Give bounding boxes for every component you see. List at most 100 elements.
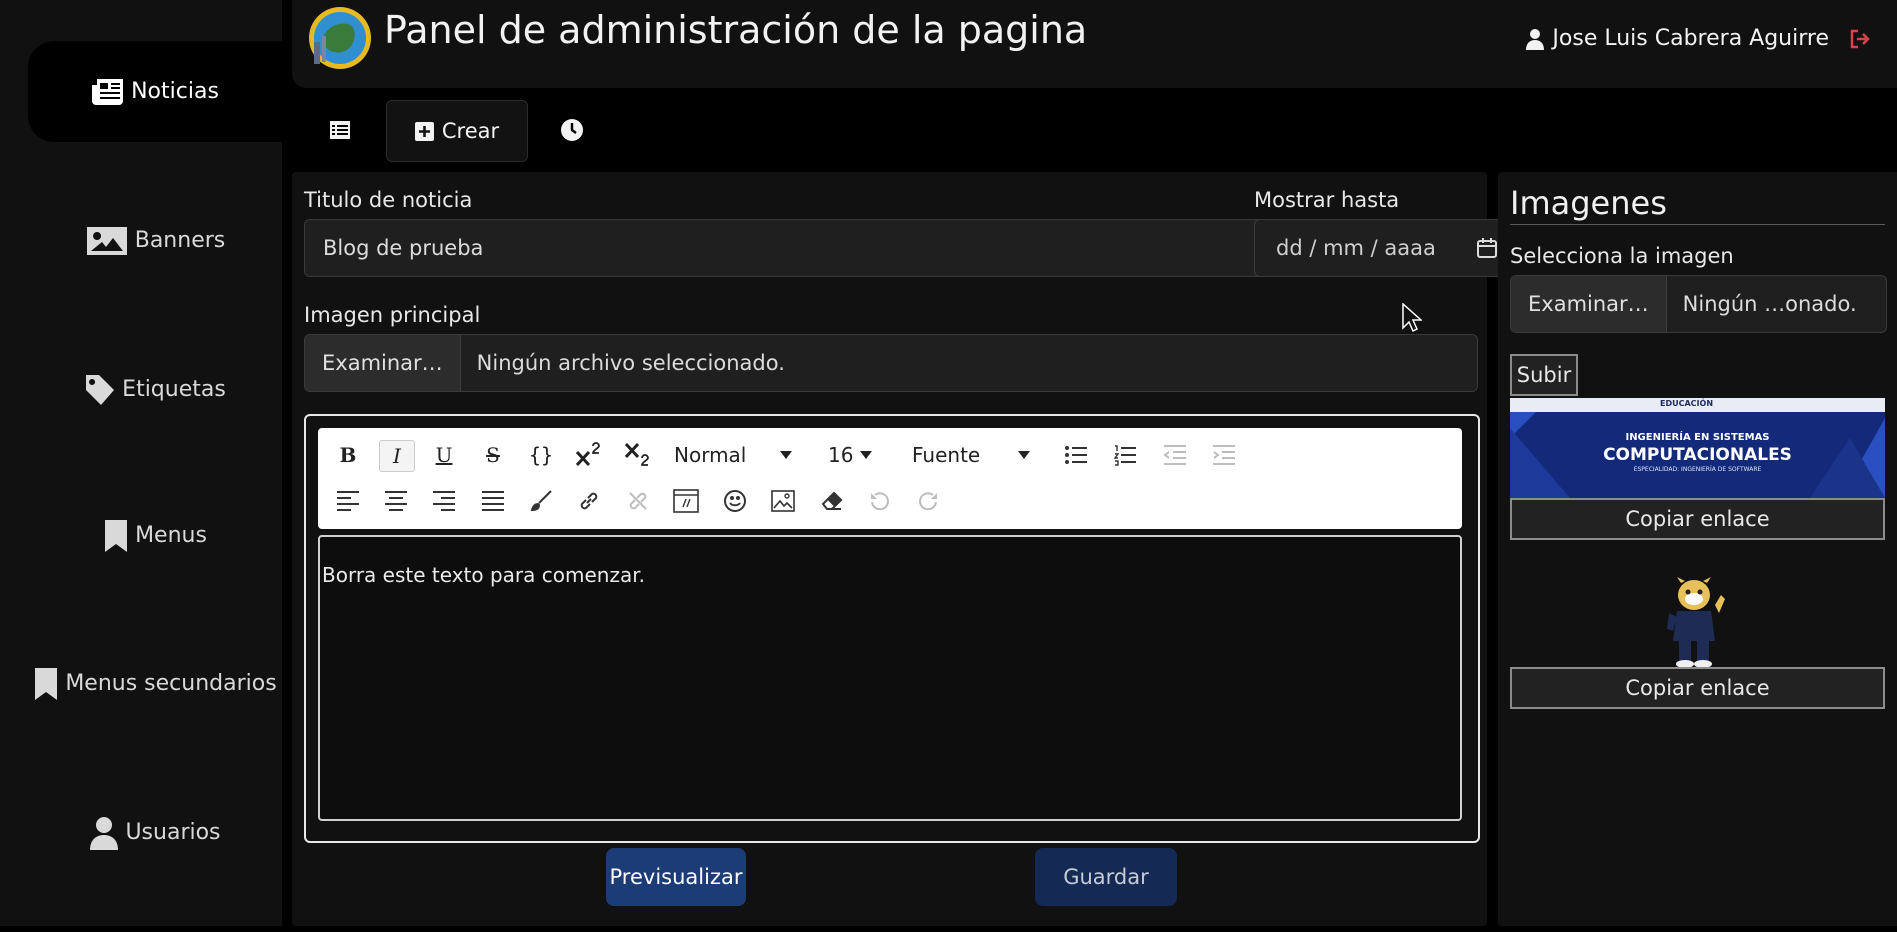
subscript-icon <box>624 442 649 466</box>
user-icon <box>1526 28 1545 50</box>
main-image-label: Imagen principal <box>304 303 481 327</box>
outdent-button[interactable] <box>1158 440 1192 470</box>
unlink-icon <box>629 492 647 510</box>
code-block-icon <box>673 489 699 513</box>
upload-button[interactable]: Subir <box>1510 354 1578 396</box>
title-input[interactable]: Blog de prueba <box>304 219 1266 277</box>
bullet-list-button[interactable] <box>1059 440 1093 470</box>
calendar-icon[interactable] <box>1476 237 1498 259</box>
align-left-button[interactable] <box>331 486 365 516</box>
emoji-button[interactable] <box>718 486 752 516</box>
logout-icon[interactable] <box>1849 28 1871 50</box>
user-name: Jose Luis Cabrera Aguirre <box>1552 26 1829 51</box>
undo-icon <box>871 492 889 511</box>
align-right-button[interactable] <box>427 486 461 516</box>
sidebar-item-usuarios[interactable]: Usuarios <box>28 782 282 883</box>
sidebar-item-label: Menus <box>135 523 207 548</box>
sidebar-item-menus[interactable]: Menus <box>28 485 282 586</box>
browse-button[interactable]: Examinar… <box>305 335 461 391</box>
size-select[interactable]: 16 <box>822 440 882 470</box>
chevron-down-icon <box>860 451 872 459</box>
copy-link-button[interactable]: Copiar enlace <box>1510 667 1885 709</box>
font-select-value: Fuente <box>912 443 981 467</box>
undo-button[interactable] <box>863 486 897 516</box>
code-button[interactable]: {} <box>524 440 558 470</box>
preview-button[interactable]: Previsualizar <box>606 848 746 906</box>
banner-line-1: INGENIERÍA EN SISTEMAS <box>1625 432 1770 443</box>
subscript-button[interactable] <box>621 440 655 470</box>
tab-history[interactable] <box>544 100 600 160</box>
format-select-value: Normal <box>674 443 747 467</box>
text-color-button[interactable] <box>524 486 558 516</box>
bookmark-icon <box>103 518 129 554</box>
bookmark-icon <box>33 666 59 702</box>
strikethrough-button[interactable]: S <box>476 440 510 470</box>
sidebar-item-menus-secundarios[interactable]: Menus secundarios <box>28 633 282 734</box>
select-image-label: Selecciona la imagen <box>1510 244 1734 268</box>
header: Panel de administración de la pagina Jos… <box>292 0 1897 88</box>
page-title: Panel de administración de la pagina <box>384 8 1088 52</box>
image-file-input[interactable]: Examinar… Ningún …onado. <box>1510 275 1887 333</box>
main-image-file-input[interactable]: Examinar… Ningún archivo seleccionado. <box>304 334 1478 392</box>
code-icon: {} <box>528 443 554 467</box>
format-select[interactable]: Normal <box>668 440 802 470</box>
sidebar-item-label: Etiquetas <box>122 377 226 402</box>
images-title: Imagenes <box>1510 184 1667 222</box>
banner-heading: EDUCACIÓN <box>1660 399 1714 408</box>
tab-list[interactable] <box>310 100 370 160</box>
mouse-cursor-icon <box>1402 303 1422 333</box>
align-center-icon <box>385 491 407 511</box>
title-label: Titulo de noticia <box>304 188 473 212</box>
size-select-value: 16 <box>828 443 854 467</box>
editor-content-area[interactable]: Borra este texto para comenzar. <box>318 535 1462 821</box>
redo-button[interactable] <box>911 486 945 516</box>
chevron-down-icon <box>780 451 792 459</box>
align-justify-icon <box>482 491 504 511</box>
bold-button[interactable]: B <box>331 440 365 470</box>
chevron-down-icon <box>1018 451 1030 459</box>
copy-link-button[interactable]: Copiar enlace <box>1510 498 1885 540</box>
bullet-list-icon <box>1065 446 1087 464</box>
mascot-image-thumbnail[interactable] <box>1659 577 1729 669</box>
banner-image-thumbnail[interactable]: EDUCACIÓN INGENIERÍA EN SISTEMAS COMPUTA… <box>1510 398 1885 498</box>
superscript-icon <box>575 442 600 467</box>
font-select[interactable]: Fuente <box>906 440 1040 470</box>
unlink-button[interactable] <box>621 486 655 516</box>
file-name-text: Ningún archivo seleccionado. <box>476 351 785 375</box>
date-label: Mostrar hasta <box>1254 188 1400 212</box>
bold-icon: B <box>339 443 357 467</box>
tab-create[interactable]: Crear <box>386 100 528 162</box>
date-input[interactable]: dd / mm / aaaa <box>1254 219 1515 277</box>
user-icon <box>89 815 119 851</box>
underline-button[interactable]: U <box>427 440 461 470</box>
brush-icon <box>530 490 552 512</box>
align-left-icon <box>337 491 359 511</box>
strikethrough-icon: S <box>486 443 500 467</box>
newspaper-icon <box>91 77 125 107</box>
sidebar-item-banners[interactable]: Banners <box>28 190 282 291</box>
clear-format-block-button[interactable] <box>669 486 703 516</box>
ordered-list-button[interactable] <box>1108 440 1142 470</box>
eraser-button[interactable] <box>815 486 849 516</box>
browse-button[interactable]: Examinar… <box>1511 276 1667 332</box>
tab-create-label: Crear <box>441 119 500 143</box>
save-button[interactable]: Guardar <box>1035 848 1177 906</box>
link-button[interactable] <box>572 486 606 516</box>
align-center-button[interactable] <box>379 486 413 516</box>
sidebar-item-etiquetas[interactable]: Etiquetas <box>28 339 282 440</box>
image-icon <box>85 225 129 257</box>
list-icon <box>329 120 351 140</box>
images-panel: Imagenes Selecciona la imagen Examinar… … <box>1498 172 1897 926</box>
superscript-button[interactable] <box>572 440 606 470</box>
insert-image-button[interactable] <box>766 486 800 516</box>
eraser-icon <box>821 491 843 510</box>
indent-button[interactable] <box>1207 440 1241 470</box>
sidebar-item-label: Menus secundarios <box>65 671 277 696</box>
editor-toolbar: B I U S {} Normal 16 Fuente <box>318 428 1462 529</box>
sidebar-item-label: Banners <box>134 228 226 253</box>
align-justify-button[interactable] <box>476 486 510 516</box>
editor-text: Borra este texto para comenzar. <box>322 563 645 587</box>
image-icon <box>771 490 795 512</box>
sidebar-item-noticias[interactable]: Noticias <box>28 41 282 142</box>
italic-button[interactable]: I <box>379 440 415 472</box>
